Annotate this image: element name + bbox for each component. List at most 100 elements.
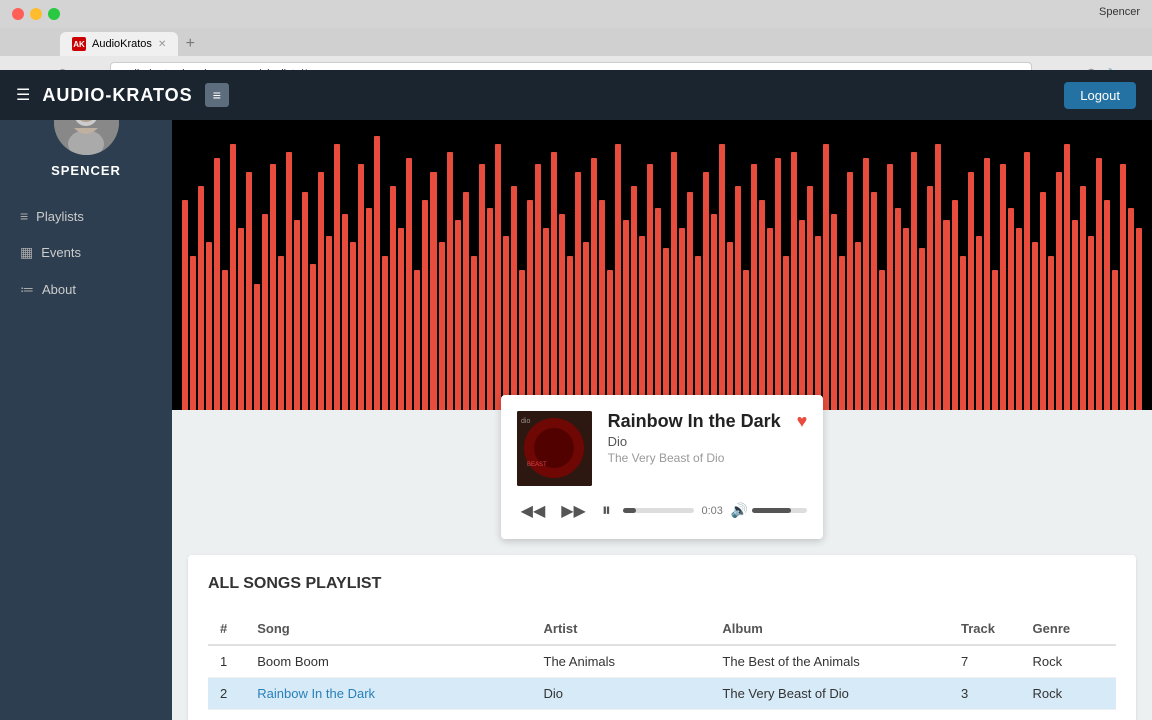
table-header-row: # Song Artist Album Track Genre bbox=[208, 613, 1116, 645]
album-art-image: dio BEAST bbox=[517, 411, 592, 486]
svg-text:dio: dio bbox=[521, 418, 530, 425]
waveform-bar bbox=[583, 242, 589, 410]
waveform-bar bbox=[1088, 236, 1094, 410]
waveform-bar bbox=[326, 236, 332, 410]
waveform-bar bbox=[190, 256, 196, 410]
waveform-bar bbox=[1072, 220, 1078, 410]
player-top: dio BEAST Rainbow In the Dark Dio The Ve… bbox=[517, 411, 808, 486]
cell-track: 7 bbox=[949, 645, 1021, 678]
close-window-button[interactable] bbox=[12, 8, 24, 20]
waveform-bar bbox=[815, 236, 821, 410]
tab-close-button[interactable]: ✕ bbox=[158, 39, 166, 50]
cell-num: 1 bbox=[208, 645, 245, 678]
volume-bar[interactable] bbox=[752, 508, 807, 513]
sidebar: SPENCER ≡ Playlists ▦ Events ≔ About bbox=[0, 70, 172, 720]
waveform-bar bbox=[551, 152, 557, 410]
player-album: The Very Beast of Dio bbox=[608, 451, 781, 465]
waveform-bar bbox=[1056, 172, 1062, 410]
waveform-bar bbox=[246, 172, 252, 410]
playlist-title: ALL SONGS PLAYLIST bbox=[208, 575, 1116, 593]
next-button[interactable]: ▶▶ bbox=[557, 499, 590, 523]
waveform-bar bbox=[406, 158, 412, 410]
waveform-bar bbox=[992, 270, 998, 410]
waveform-bar bbox=[960, 256, 966, 410]
waveform-bar bbox=[599, 200, 605, 410]
waveform-bar bbox=[206, 242, 212, 410]
waveform-bar bbox=[1008, 208, 1014, 410]
waveform-bar bbox=[463, 192, 469, 410]
waveform-bar bbox=[575, 172, 581, 410]
waveform-bar bbox=[839, 256, 845, 410]
waveform-bar bbox=[342, 214, 348, 410]
song-link[interactable]: Rainbow In the Dark bbox=[257, 686, 375, 701]
waveform-bar bbox=[527, 200, 533, 410]
about-icon: ≔ bbox=[20, 281, 34, 298]
like-button[interactable]: ♥ bbox=[797, 411, 808, 432]
sidebar-item-playlists[interactable]: ≡ Playlists bbox=[0, 198, 172, 234]
waveform-bar bbox=[278, 256, 284, 410]
col-header-genre: Genre bbox=[1021, 613, 1116, 645]
cell-album: The Best of the Animals bbox=[710, 645, 949, 678]
waveform-bar bbox=[1064, 144, 1070, 410]
waveform-bar bbox=[671, 152, 677, 410]
waveform-bar bbox=[495, 144, 501, 410]
player-controls: ◀◀ ▶▶ ⏸ 0:03 🔊 bbox=[517, 498, 808, 523]
waveform-bar bbox=[791, 152, 797, 410]
minimize-window-button[interactable] bbox=[30, 8, 42, 20]
list-view-icon[interactable]: ≡ bbox=[205, 83, 229, 107]
progress-bar[interactable] bbox=[623, 508, 694, 513]
waveform-bar bbox=[430, 172, 436, 410]
sidebar-item-about[interactable]: ≔ About bbox=[0, 271, 172, 308]
waveform-bar bbox=[366, 208, 372, 410]
waveform-bar bbox=[198, 186, 204, 410]
waveform-bar bbox=[711, 214, 717, 410]
waveform-bar bbox=[1032, 242, 1038, 410]
waveform-bar bbox=[535, 164, 541, 410]
sidebar-label-about: About bbox=[42, 282, 76, 297]
waveform-bar bbox=[623, 220, 629, 410]
waveform-bar bbox=[743, 270, 749, 410]
waveform-bar bbox=[887, 164, 893, 410]
pause-button[interactable]: ⏸ bbox=[598, 498, 615, 523]
volume-icon[interactable]: 🔊 bbox=[731, 502, 748, 519]
prev-button[interactable]: ◀◀ bbox=[517, 499, 550, 523]
waveform-bar bbox=[1096, 158, 1102, 410]
waveform-bar bbox=[222, 270, 228, 410]
waveform-bar bbox=[254, 284, 260, 410]
waveform-bar bbox=[350, 242, 356, 410]
waveform-bar bbox=[823, 144, 829, 410]
waveform-bar bbox=[294, 220, 300, 410]
sidebar-item-events[interactable]: ▦ Events bbox=[0, 234, 172, 271]
sidebar-nav: ≡ Playlists ▦ Events ≔ About bbox=[0, 198, 172, 308]
maximize-window-button[interactable] bbox=[48, 8, 60, 20]
waveform-bar bbox=[559, 214, 565, 410]
volume-area: 🔊 bbox=[731, 502, 807, 519]
cell-song[interactable]: Rainbow In the Dark bbox=[245, 678, 531, 710]
waveform-bar bbox=[567, 256, 573, 410]
waveform-bar bbox=[414, 270, 420, 410]
new-tab-button[interactable]: + bbox=[178, 32, 202, 56]
waveform-bar bbox=[543, 228, 549, 410]
cell-genre: Rock bbox=[1021, 678, 1116, 710]
waveform-bar bbox=[358, 164, 364, 410]
waveform-bar bbox=[182, 200, 188, 410]
logout-button[interactable]: Logout bbox=[1064, 82, 1136, 109]
cell-artist: The Animals bbox=[532, 645, 711, 678]
hamburger-menu-icon[interactable]: ☰ bbox=[16, 85, 30, 105]
cell-track: 3 bbox=[949, 678, 1021, 710]
waveform-bar bbox=[799, 220, 805, 410]
waveform-bar bbox=[1040, 192, 1046, 410]
tab-favicon: AK bbox=[72, 37, 86, 51]
waveform-bar bbox=[695, 256, 701, 410]
col-header-song: Song bbox=[245, 613, 531, 645]
waveform-bar bbox=[1080, 186, 1086, 410]
waveform-bar bbox=[968, 172, 974, 410]
waveform-bar bbox=[511, 186, 517, 410]
waveform-bar bbox=[1112, 270, 1118, 410]
waveform-bar bbox=[1120, 164, 1126, 410]
browser-tab-active[interactable]: AK AudioKratos ✕ bbox=[60, 32, 178, 56]
waveform-bar bbox=[1128, 208, 1134, 410]
browser-titlebar: Spencer bbox=[0, 0, 1152, 28]
progress-area[interactable] bbox=[623, 508, 694, 513]
waveform-visualizer bbox=[172, 120, 1152, 410]
